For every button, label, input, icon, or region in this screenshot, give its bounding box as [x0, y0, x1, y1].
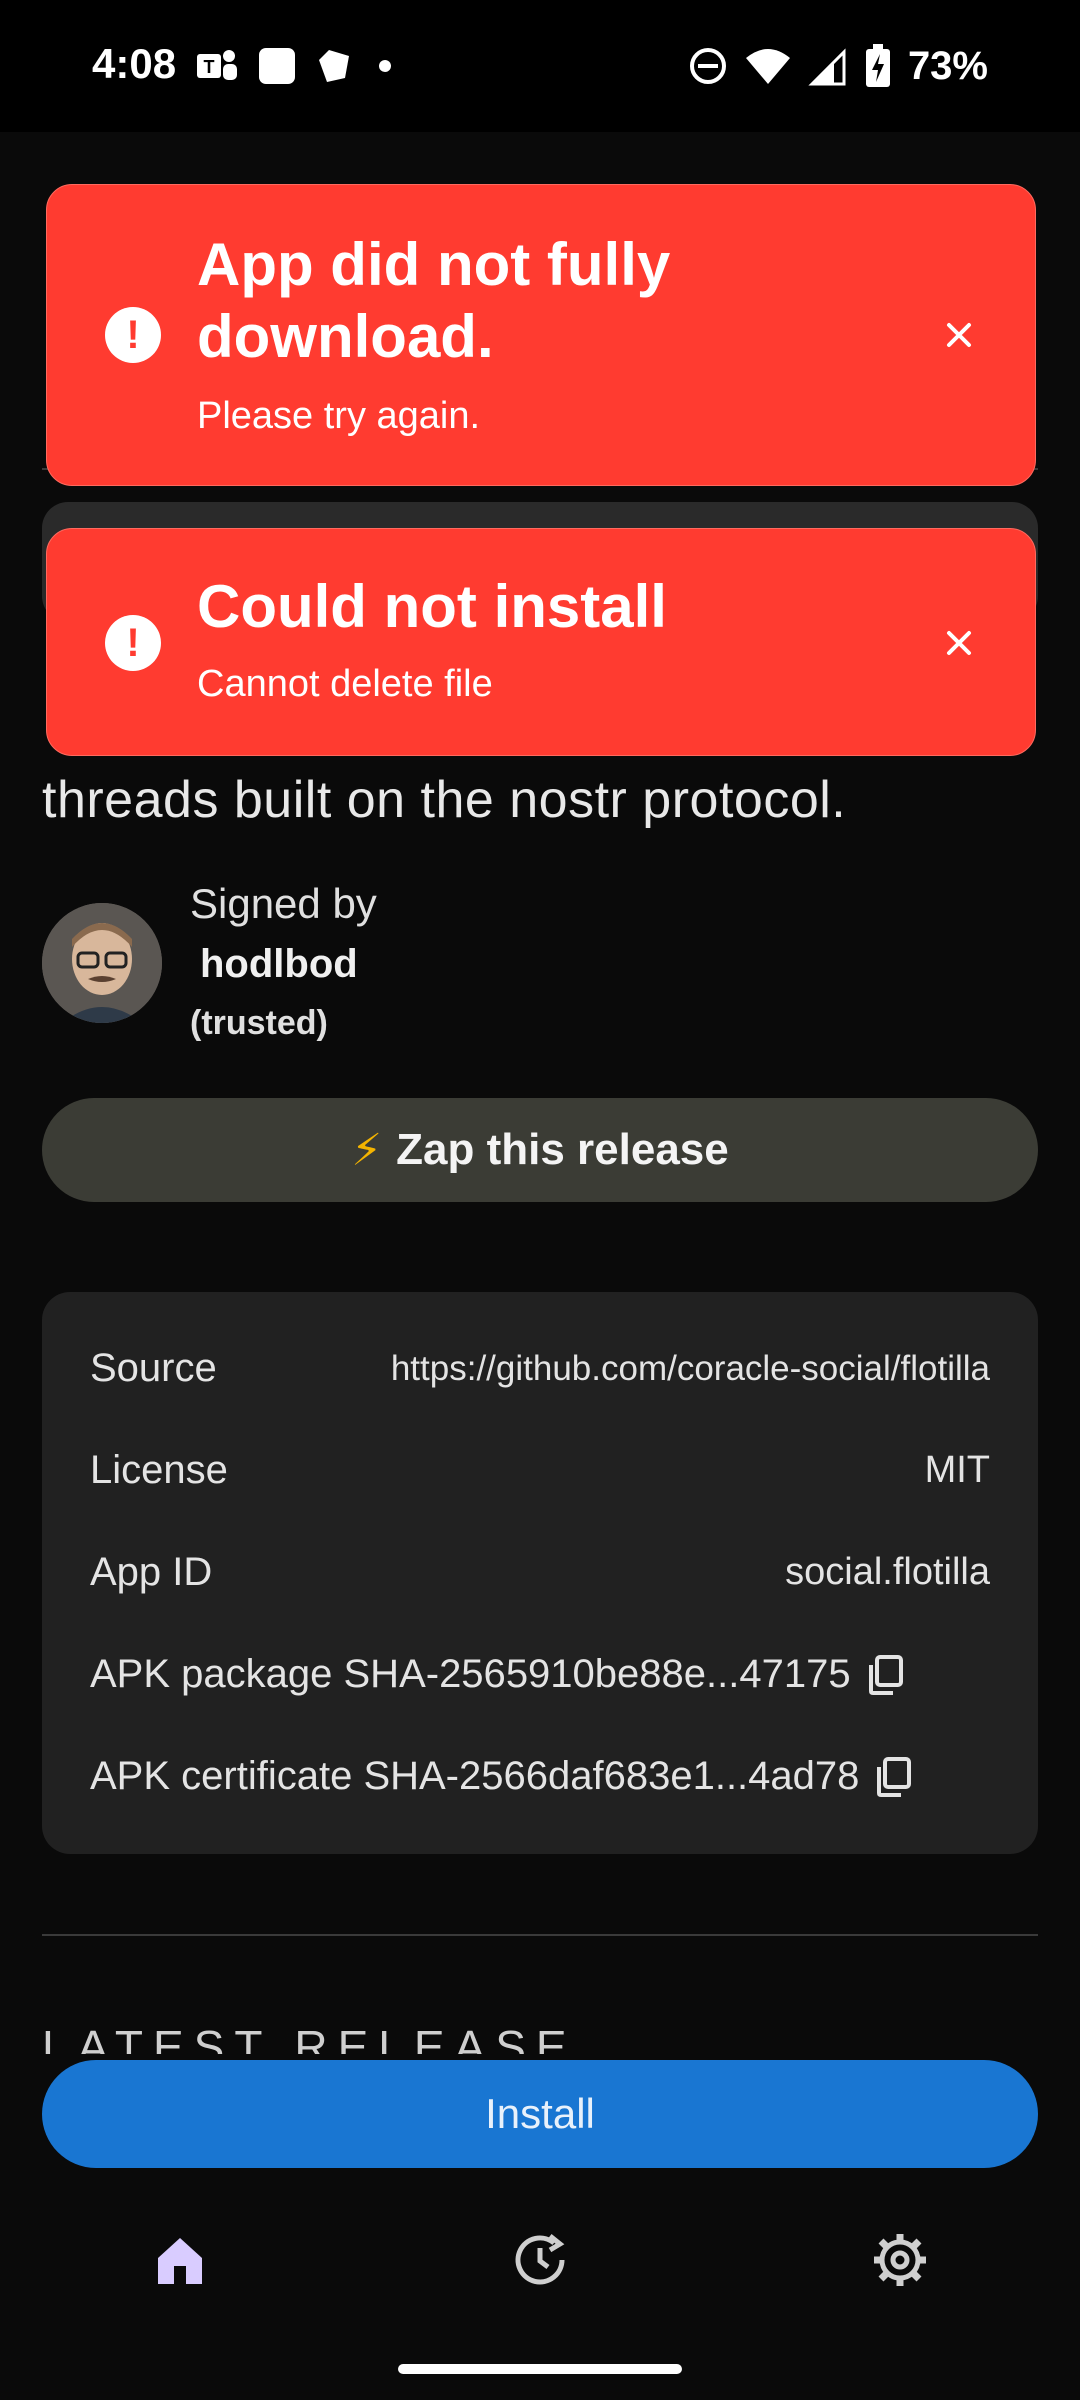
install-button-label: Install: [485, 2090, 595, 2137]
nav-home[interactable]: [150, 2230, 210, 2290]
apk-certificate-label: APK certificate SHA-256: [90, 1754, 526, 1798]
toast-message: Please try again.: [197, 395, 481, 437]
svg-text:T: T: [204, 57, 215, 77]
signer-name[interactable]: hodlbod: [200, 942, 358, 987]
settings-icon: [874, 2234, 926, 2286]
teams-icon: T: [197, 50, 237, 80]
toast-message: Cannot delete file: [197, 663, 493, 705]
error-icon: !: [105, 307, 161, 363]
dot-icon: [379, 60, 391, 72]
install-button[interactable]: Install: [42, 2060, 1038, 2168]
error-toast-install: ! Could not install Cannot delete file: [46, 528, 1036, 756]
source-label: Source: [90, 1346, 217, 1390]
zap-release-button[interactable]: ⚡ Zap this release: [42, 1098, 1038, 1202]
gesture-home-indicator[interactable]: [398, 2364, 682, 2374]
status-bar: 4:08 T 73%: [0, 0, 1080, 132]
home-icon: [158, 2238, 202, 2284]
license-row: License MIT: [90, 1448, 990, 1493]
license-label: License: [90, 1448, 228, 1492]
copy-icon[interactable]: [867, 1654, 905, 1695]
divider: [42, 1934, 1038, 1936]
error-toast-download: ! App did not fully download. Please try…: [46, 184, 1036, 486]
signer-trust-status: (trusted): [190, 1004, 328, 1042]
toast-title: Could not install: [197, 573, 667, 640]
apk-package-row[interactable]: APK package SHA-256 5910be88e...47175: [90, 1652, 990, 1697]
apk-package-label: APK package SHA-256: [90, 1652, 506, 1696]
wifi-icon: [745, 49, 790, 84]
bottom-navigation: [0, 2200, 1080, 2320]
battery-percent: 73%: [907, 43, 988, 88]
latest-release-heading: LATEST RELEASE: [42, 2021, 577, 2054]
signed-by-label: Signed by: [190, 880, 377, 927]
system-icons: 73%: [688, 38, 988, 94]
tag-icon: [319, 50, 349, 82]
appid-label: App ID: [90, 1550, 213, 1594]
license-value: MIT: [924, 1449, 990, 1491]
apk-certificate-row[interactable]: APK certificate SHA-256 6daf683e1...4ad7…: [90, 1754, 990, 1799]
avatar-image: [42, 903, 162, 1023]
error-icon: !: [105, 615, 161, 671]
appid-row: App ID social.flotilla: [90, 1550, 990, 1595]
close-icon[interactable]: [939, 315, 979, 355]
signal-icon: [808, 48, 846, 86]
app-description: threads built on the nostr protocol.: [42, 771, 847, 829]
nav-history[interactable]: [510, 2230, 570, 2290]
battery-icon: [865, 44, 890, 87]
status-time: 4:08: [92, 40, 177, 87]
close-icon[interactable]: [939, 623, 979, 663]
zap-button-label: Zap this release: [396, 1125, 729, 1174]
toast-title: App did not fully download.: [197, 231, 671, 370]
nav-settings[interactable]: [870, 2230, 930, 2290]
avatar[interactable]: [42, 903, 162, 1023]
source-link[interactable]: https://github.com/coracle-social/flotil…: [391, 1349, 990, 1389]
apk-certificate-value: 6daf683e1...4ad78: [525, 1754, 860, 1798]
appid-value: social.flotilla: [785, 1551, 990, 1593]
source-row: Source https://github.com/coracle-social…: [90, 1346, 990, 1391]
lightning-icon: ⚡: [351, 1125, 383, 1175]
history-icon: [515, 2234, 565, 2285]
dnd-icon: [689, 48, 726, 84]
square-app-icon: [259, 48, 295, 84]
apk-package-value: 5910be88e...47175: [505, 1652, 851, 1696]
copy-icon[interactable]: [875, 1756, 913, 1797]
app-info-card: Source https://github.com/coracle-social…: [42, 1292, 1038, 1854]
notification-icons: T: [195, 44, 397, 88]
